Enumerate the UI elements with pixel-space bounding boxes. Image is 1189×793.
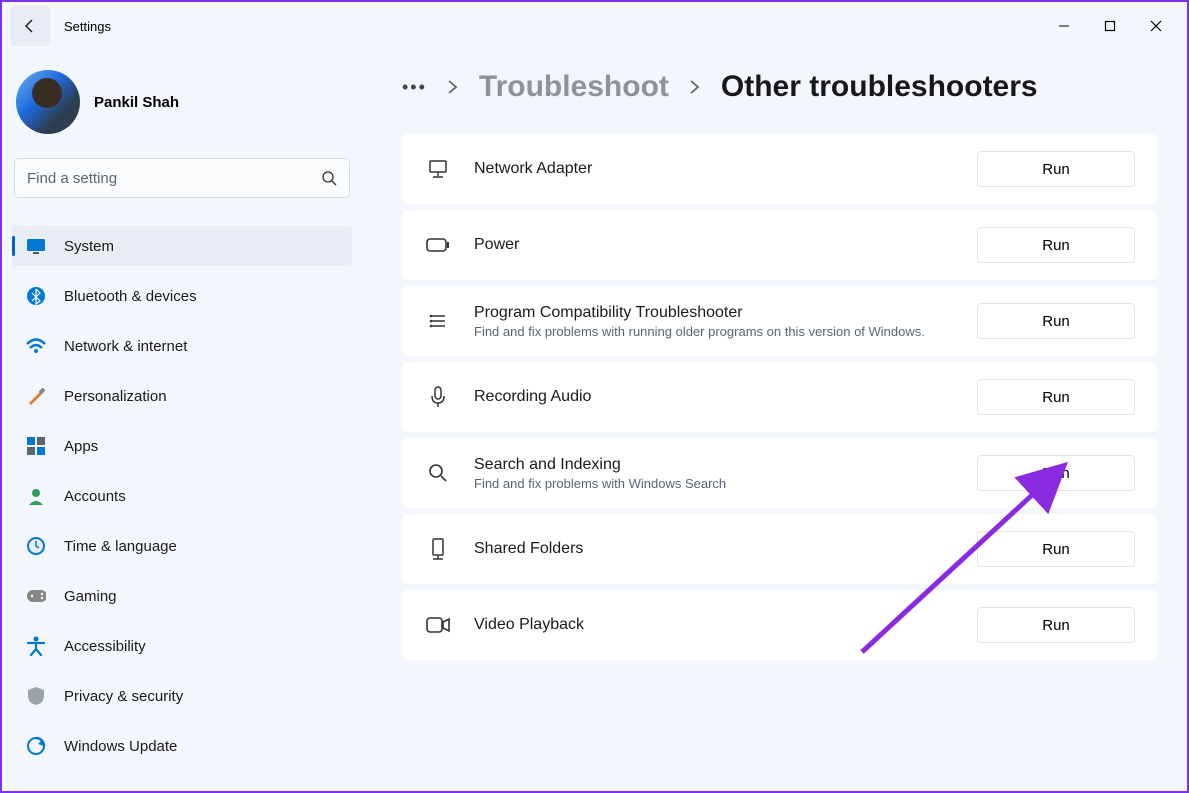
card-title: Network Adapter xyxy=(474,160,977,178)
sidebar-item-privacy-security[interactable]: Privacy & security xyxy=(12,676,352,716)
mic-icon xyxy=(424,386,452,408)
power-icon xyxy=(424,238,452,252)
minimize-icon xyxy=(1058,20,1070,32)
chevron-right-icon xyxy=(447,80,459,94)
troubleshooter-card: PowerRun xyxy=(402,210,1157,280)
sidebar-item-label: Windows Update xyxy=(64,738,177,755)
troubleshooter-card: Recording AudioRun xyxy=(402,362,1157,432)
search-box[interactable] xyxy=(14,158,350,198)
troubleshooter-card: Program Compatibility Troubleshooter Find… xyxy=(402,286,1157,356)
card-title: Search and Indexing xyxy=(474,456,977,474)
card-text: Search and Indexing Find and fix problems… xyxy=(474,456,977,491)
update-icon xyxy=(26,736,46,756)
sidebar-item-label: Accessibility xyxy=(64,638,146,655)
minimize-button[interactable] xyxy=(1041,10,1087,42)
sidebar-item-time-language[interactable]: Time & language xyxy=(12,526,352,566)
apps-icon xyxy=(26,436,46,456)
sidebar-item-label: Bluetooth & devices xyxy=(64,288,197,305)
bluetooth-icon xyxy=(26,286,46,306)
sidebar-item-accounts[interactable]: Accounts xyxy=(12,476,352,516)
clock-icon xyxy=(26,536,46,556)
sidebar-item-label: Gaming xyxy=(64,588,117,605)
nav-list: System Bluetooth & devices Network & inter… xyxy=(12,226,352,766)
maximize-icon xyxy=(1104,20,1116,32)
close-button[interactable] xyxy=(1133,10,1179,42)
video-icon xyxy=(424,617,452,633)
compat-icon xyxy=(424,311,452,331)
sidebar: Pankil Shah System Bluetooth & devices Net… xyxy=(2,50,362,791)
brush-icon xyxy=(26,386,46,406)
run-button[interactable]: Run xyxy=(977,607,1135,643)
shield-icon xyxy=(26,686,46,706)
app-title: Settings xyxy=(64,19,111,34)
person-icon xyxy=(26,486,46,506)
profile-name: Pankil Shah xyxy=(94,94,179,111)
avatar xyxy=(16,70,80,134)
sidebar-item-windows-update[interactable]: Windows Update xyxy=(12,726,352,766)
breadcrumb: ••• Troubleshoot Other troubleshooters xyxy=(402,70,1157,104)
breadcrumb-parent[interactable]: Troubleshoot xyxy=(479,70,669,104)
network-icon xyxy=(424,159,452,179)
card-text: Network Adapter xyxy=(474,160,977,178)
card-title: Video Playback xyxy=(474,616,977,634)
sidebar-item-label: Network & internet xyxy=(64,338,187,355)
run-button[interactable]: Run xyxy=(977,531,1135,567)
search-input[interactable] xyxy=(27,170,321,187)
chevron-right-icon xyxy=(689,80,701,94)
back-button[interactable] xyxy=(10,6,50,46)
card-text: Power xyxy=(474,236,977,254)
sidebar-item-label: System xyxy=(64,238,114,255)
sidebar-item-system[interactable]: System xyxy=(12,226,352,266)
sidebar-item-accessibility[interactable]: Accessibility xyxy=(12,626,352,666)
accessibility-icon xyxy=(26,636,46,656)
card-title: Recording Audio xyxy=(474,388,977,406)
titlebar: Settings xyxy=(2,2,1187,50)
troubleshooter-card: Search and Indexing Find and fix problems… xyxy=(402,438,1157,508)
troubleshooter-card: Network AdapterRun xyxy=(402,134,1157,204)
breadcrumb-ellipsis[interactable]: ••• xyxy=(402,77,427,98)
card-text: Video Playback xyxy=(474,616,977,634)
sidebar-item-label: Apps xyxy=(64,438,98,455)
card-description: Find and fix problems with Windows Searc… xyxy=(474,476,974,491)
run-button[interactable]: Run xyxy=(977,455,1135,491)
sidebar-item-label: Personalization xyxy=(64,388,167,405)
card-title: Program Compatibility Troubleshooter xyxy=(474,304,977,322)
sidebar-item-label: Privacy & security xyxy=(64,688,183,705)
wifi-icon xyxy=(26,336,46,356)
card-description: Find and fix problems with running older… xyxy=(474,324,974,339)
profile[interactable]: Pankil Shah xyxy=(12,62,352,154)
sidebar-item-bluetooth-devices[interactable]: Bluetooth & devices xyxy=(12,276,352,316)
sidebar-item-personalization[interactable]: Personalization xyxy=(12,376,352,416)
sidebar-item-gaming[interactable]: Gaming xyxy=(12,576,352,616)
run-button[interactable]: Run xyxy=(977,151,1135,187)
sidebar-item-apps[interactable]: Apps xyxy=(12,426,352,466)
folder-icon xyxy=(424,538,452,560)
run-button[interactable]: Run xyxy=(977,379,1135,415)
search-icon xyxy=(424,463,452,483)
maximize-button[interactable] xyxy=(1087,10,1133,42)
card-title: Shared Folders xyxy=(474,540,977,558)
sidebar-item-label: Time & language xyxy=(64,538,177,555)
run-button[interactable]: Run xyxy=(977,303,1135,339)
sidebar-item-label: Accounts xyxy=(64,488,126,505)
run-button[interactable]: Run xyxy=(977,227,1135,263)
sidebar-item-network-internet[interactable]: Network & internet xyxy=(12,326,352,366)
game-icon xyxy=(26,586,46,606)
card-text: Shared Folders xyxy=(474,540,977,558)
troubleshooter-card: Video PlaybackRun xyxy=(402,590,1157,660)
troubleshooter-card: Shared FoldersRun xyxy=(402,514,1157,584)
close-icon xyxy=(1150,20,1162,32)
card-title: Power xyxy=(474,236,977,254)
main-content: ••• Troubleshoot Other troubleshooters N… xyxy=(362,50,1187,791)
system-icon xyxy=(26,236,46,256)
breadcrumb-current: Other troubleshooters xyxy=(721,70,1038,104)
card-text: Program Compatibility Troubleshooter Find… xyxy=(474,304,977,339)
window-controls xyxy=(1041,10,1179,42)
card-text: Recording Audio xyxy=(474,388,977,406)
back-arrow-icon xyxy=(22,18,38,34)
search-icon xyxy=(321,170,337,186)
